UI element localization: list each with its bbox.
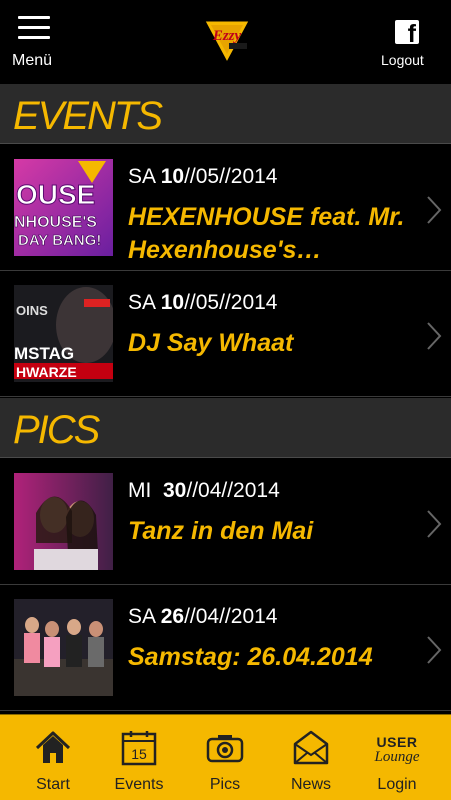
hamburger-icon [18, 16, 50, 40]
tab-label: Start [36, 776, 70, 793]
envelope-icon [293, 730, 329, 765]
event-thumbnail: OINS MSTAG HWARZE [14, 285, 113, 382]
bottom-tab-bar: Start 15 Events Pics News USER Lounge Lo… [0, 714, 451, 800]
svg-text:NHOUSE'S: NHOUSE'S [14, 214, 97, 231]
tab-start[interactable]: Start [10, 715, 96, 800]
svg-text:15: 15 [131, 746, 147, 762]
tab-label: Events [114, 776, 164, 793]
chevron-right-icon [427, 636, 442, 664]
svg-text:HWARZE: HWARZE [16, 364, 77, 380]
events-section-header: EVENTS [0, 84, 451, 144]
pics-section-title: PICS [13, 408, 100, 452]
svg-text:OINS: OINS [16, 303, 48, 318]
pics-row[interactable]: SA 26//04//2014 Samstag: 26.04.2014 [0, 585, 451, 711]
tab-label: News [290, 776, 331, 793]
pics-row[interactable]: MI 30//04//2014 Tanz in den Mai [0, 459, 451, 585]
svg-text:MSTAG: MSTAG [14, 344, 74, 363]
chevron-right-icon [427, 510, 442, 538]
calendar-icon: 15 [121, 731, 157, 766]
chevron-right-icon [427, 322, 442, 350]
event-title: HEXENHOUSE feat. Mr. Hexenhouse's… [128, 203, 405, 264]
pics-date: SA 26//04//2014 [128, 605, 278, 628]
event-row[interactable]: OINS MSTAG HWARZE SA 10//05//2014 DJ Say… [0, 271, 451, 397]
tab-pics[interactable]: Pics [182, 715, 268, 800]
pics-date: MI 30//04//2014 [128, 479, 280, 502]
tab-news[interactable]: News [268, 715, 354, 800]
pics-title: Tanz in den Mai [128, 517, 314, 545]
user-lounge-icon: USER Lounge [374, 734, 420, 765]
chevron-right-icon [427, 196, 442, 224]
tab-label: Pics [209, 776, 241, 793]
logo-text: Ezzy [212, 28, 242, 44]
brand-logo[interactable]: Ezzy [203, 18, 251, 64]
facebook-icon: f [395, 20, 419, 47]
menu-label: Menü [12, 52, 53, 69]
menu-button[interactable]: Menü [12, 14, 58, 72]
events-section-title: EVENTS [13, 94, 163, 138]
tab-events[interactable]: 15 Events [96, 715, 182, 800]
event-title: DJ Say Whaat [128, 329, 294, 357]
tab-label: Login [377, 776, 417, 793]
logout-button[interactable]: f Logout [381, 20, 429, 70]
event-date: SA 10//05//2014 [128, 291, 278, 314]
pics-thumbnail [14, 473, 113, 570]
event-thumbnail: OUSE NHOUSE'S DAY BANG! [14, 159, 113, 256]
pics-title: Samstag: 26.04.2014 [128, 643, 373, 671]
top-bar: Menü Ezzy f Logout [0, 0, 451, 84]
event-date: SA 10//05//2014 [128, 165, 278, 188]
event-row[interactable]: OUSE NHOUSE'S DAY BANG! SA 10//05//2014 … [0, 145, 451, 271]
home-icon [35, 731, 71, 763]
pics-section-header: PICS [0, 398, 451, 458]
pics-thumbnail [14, 599, 113, 696]
svg-text:OUSE: OUSE [16, 179, 95, 210]
svg-text:DAY BANG!: DAY BANG! [18, 232, 101, 249]
camera-icon [206, 735, 244, 763]
logout-label: Logout [381, 52, 424, 68]
tab-login[interactable]: USER Lounge Login [354, 715, 440, 800]
